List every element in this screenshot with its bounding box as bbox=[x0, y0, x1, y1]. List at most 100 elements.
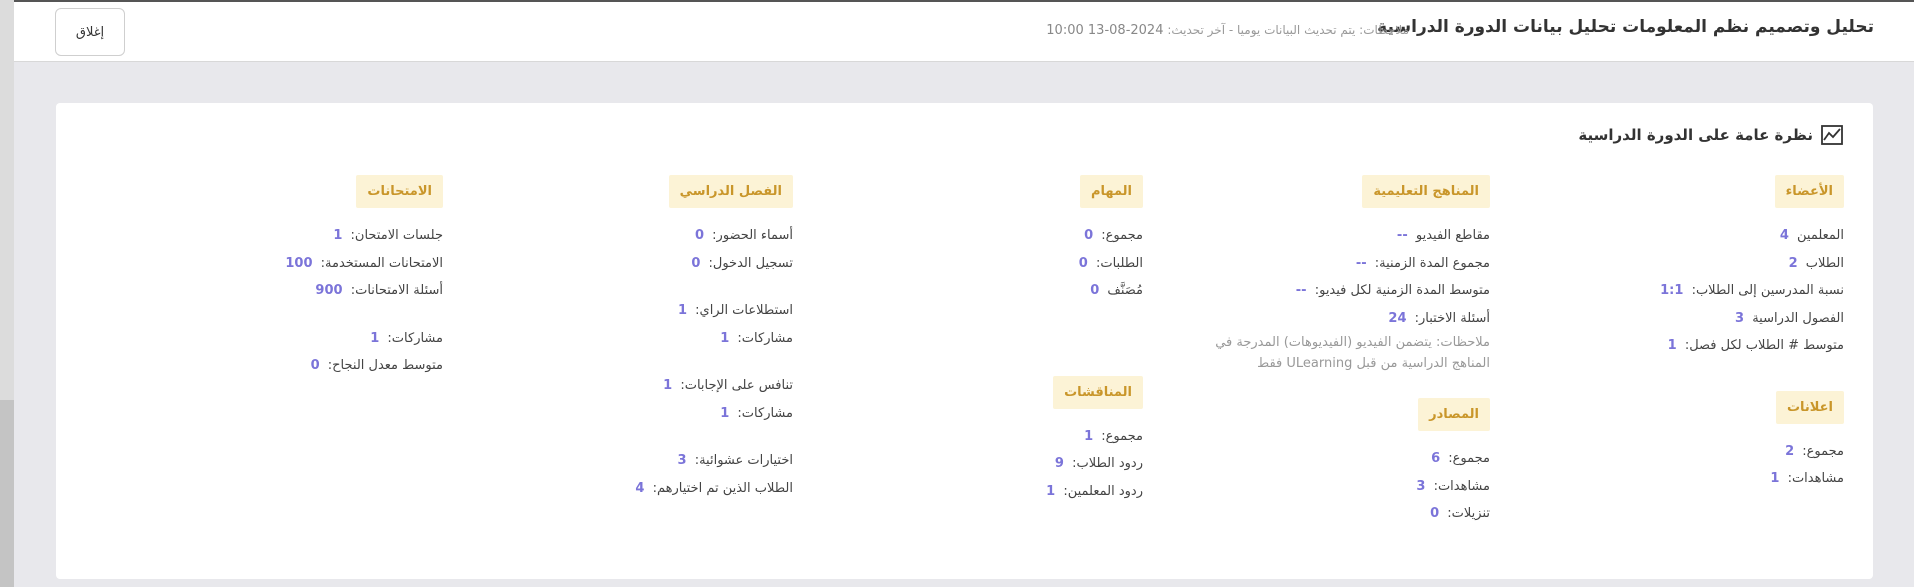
row-value: 3 bbox=[1735, 310, 1745, 326]
row-label: استطلاعات الراي: bbox=[695, 303, 793, 318]
row-value: 0 bbox=[691, 255, 701, 271]
row-value: 100 bbox=[285, 255, 313, 271]
overview-header: نظرة عامة على الدورة الدراسية bbox=[1578, 125, 1843, 145]
resources-row: مشاهدات: 3 bbox=[1180, 473, 1490, 501]
resources-heading: المصادر bbox=[1418, 398, 1490, 431]
overview-card: نظرة عامة على الدورة الدراسية الأعضاء ال… bbox=[56, 103, 1873, 579]
row-label: مجموع: bbox=[1101, 428, 1143, 444]
classroom-row: استطلاعات الراي: 1 bbox=[635, 297, 793, 325]
row-label: مشاركات: bbox=[737, 405, 793, 421]
exams-row: الامتحانات المستخدمة: 100 bbox=[285, 250, 443, 278]
tasks-row: الطلبات: 0 bbox=[1046, 250, 1143, 278]
announcements-heading: اعلانات bbox=[1775, 390, 1844, 424]
discussions-row: مجموع: 1 bbox=[1046, 423, 1143, 451]
row-value: 0 bbox=[1090, 283, 1100, 298]
members-row: نسبة المدرسين إلى الطلاب: 1:1 bbox=[1660, 277, 1844, 305]
classroom-heading: الفصل الدراسي bbox=[668, 175, 793, 208]
row-label: متوسط معدل النجاح: bbox=[327, 358, 443, 373]
exams-row: جلسات الامتحان: 1 bbox=[285, 222, 443, 250]
classroom-row: مشاركات: 1 bbox=[635, 325, 793, 353]
discussions-heading: المناقشات bbox=[1053, 375, 1143, 409]
row-label: الطلبات: bbox=[1095, 255, 1143, 271]
row-value: 1 bbox=[333, 228, 343, 243]
row-value: 1 bbox=[663, 378, 673, 393]
row-value: 3 bbox=[1416, 478, 1426, 494]
row-label: المعلمين bbox=[1797, 228, 1844, 243]
row-label: تنافس على الإجابات: bbox=[680, 378, 793, 393]
exams-row: أسئلة الامتحانات: 900 bbox=[285, 277, 443, 305]
row-label: أسماء الحضور: bbox=[712, 228, 793, 243]
row-label: ردود الطلاب: bbox=[1072, 456, 1143, 471]
resources-row: تنزيلات: 0 bbox=[1180, 500, 1490, 528]
tasks-column: المهام مجموع: 0 الطلبات: 0 مُصَنَّف 0 ال… bbox=[1046, 175, 1143, 505]
overview-title: نظرة عامة على الدورة الدراسية bbox=[1578, 126, 1813, 144]
row-value: 0 bbox=[694, 228, 705, 243]
row-label: متوسط # الطلاب لكل فصل: bbox=[1684, 338, 1844, 353]
row-label: تنزيلات: bbox=[1447, 506, 1490, 521]
row-label: مشاهدات: bbox=[1787, 471, 1844, 486]
classroom-row: أسماء الحضور: 0 bbox=[635, 222, 793, 250]
row-value: 0 bbox=[1084, 228, 1094, 243]
curriculum-row: أسئلة الاختبار: 24 bbox=[1180, 305, 1490, 333]
top-bar: تحليل وتصميم نظم المعلومات تحليل بيانات … bbox=[14, 0, 1914, 62]
row-value: 4 bbox=[1779, 228, 1789, 243]
classroom-row: اختيارات عشوائية: 3 bbox=[635, 447, 793, 475]
row-label: مجموع: bbox=[1101, 228, 1143, 243]
curriculum-heading: المناهج التعليمية bbox=[1362, 175, 1490, 208]
row-label: مجموع المدة الزمنية: bbox=[1374, 255, 1490, 271]
classroom-row: تسجيل الدخول: 0 bbox=[635, 250, 793, 278]
notes-label: ملاحظات: يتم تحديث البيانات يوميا - آخر … bbox=[1167, 23, 1409, 37]
curriculum-note: ملاحظات: يتضمن الفيديو (الفيديوهات) المد… bbox=[1215, 335, 1490, 371]
tasks-heading: المهام bbox=[1079, 175, 1143, 208]
row-value: 9 bbox=[1054, 456, 1064, 471]
row-label: اختيارات عشوائية: bbox=[694, 453, 793, 468]
classroom-row: الطلاب الذين تم اختيارهم: 4 bbox=[635, 475, 793, 503]
close-button[interactable]: إغلاق bbox=[55, 8, 125, 56]
row-label: متوسط المدة الزمنية لكل فيديو: bbox=[1314, 283, 1490, 298]
row-value: 1 bbox=[1046, 483, 1056, 499]
row-label: الفصول الدراسية bbox=[1752, 310, 1844, 326]
row-value: -- bbox=[1396, 228, 1408, 243]
members-list: المعلمين 4 الطلاب 2 نسبة المدرسين إلى ال… bbox=[1660, 222, 1844, 360]
row-value: 1 bbox=[720, 330, 730, 346]
row-value: 1 bbox=[1770, 471, 1780, 486]
row-value: 24 bbox=[1388, 310, 1407, 326]
members-row: الفصول الدراسية 3 bbox=[1660, 305, 1844, 333]
row-label: أسئلة الامتحانات: bbox=[350, 283, 443, 298]
row-value: 2 bbox=[1785, 443, 1795, 459]
row-label: الامتحانات المستخدمة: bbox=[320, 255, 443, 271]
row-label: الطلاب bbox=[1805, 255, 1844, 271]
members-heading: الأعضاء bbox=[1774, 175, 1844, 208]
row-value: 4 bbox=[635, 480, 645, 496]
row-label: مشاهدات: bbox=[1433, 478, 1490, 494]
row-label: جلسات الامتحان: bbox=[350, 228, 443, 243]
row-label: أسئلة الاختبار: bbox=[1414, 310, 1490, 326]
row-label: مجموع: bbox=[1802, 443, 1844, 459]
announcements-row: مشاهدات: 1 bbox=[1660, 465, 1844, 493]
members-row: الطلاب 2 bbox=[1660, 250, 1844, 278]
row-label: مقاطع الفيديو bbox=[1415, 228, 1490, 243]
row-value: 1 bbox=[370, 330, 380, 346]
members-row: المعلمين 4 bbox=[1660, 222, 1844, 250]
exams-row: متوسط معدل النجاح: 0 bbox=[285, 352, 443, 380]
row-value: 0 bbox=[310, 358, 320, 373]
members-row: متوسط # الطلاب لكل فصل: 1 bbox=[1660, 332, 1844, 360]
curriculum-row: مجموع المدة الزمنية: -- bbox=[1180, 250, 1490, 278]
curriculum-row: متوسط المدة الزمنية لكل فيديو: -- bbox=[1180, 277, 1490, 305]
exams-heading: الامتحانات bbox=[356, 175, 443, 208]
update-notes: ملاحظات: يتم تحديث البيانات يوميا - آخر … bbox=[1046, 23, 1409, 38]
row-value: 1 bbox=[1084, 428, 1094, 444]
row-label: ردود المعلمين: bbox=[1063, 483, 1143, 499]
row-label: مجموع: bbox=[1448, 451, 1490, 466]
row-label: مشاركات: bbox=[737, 330, 793, 346]
classroom-row: تنافس على الإجابات: 1 bbox=[635, 372, 793, 400]
classroom-row: مشاركات: 1 bbox=[635, 400, 793, 428]
left-scroll-thumb[interactable] bbox=[0, 400, 14, 587]
discussions-row: ردود الطلاب: 9 bbox=[1046, 450, 1143, 478]
row-value: -- bbox=[1295, 283, 1307, 298]
row-value: 900 bbox=[315, 283, 343, 298]
row-label: مشاركات: bbox=[387, 330, 443, 346]
row-value: 1:1 bbox=[1660, 283, 1684, 298]
row-value: 6 bbox=[1431, 451, 1441, 466]
row-value: 1 bbox=[677, 303, 687, 318]
